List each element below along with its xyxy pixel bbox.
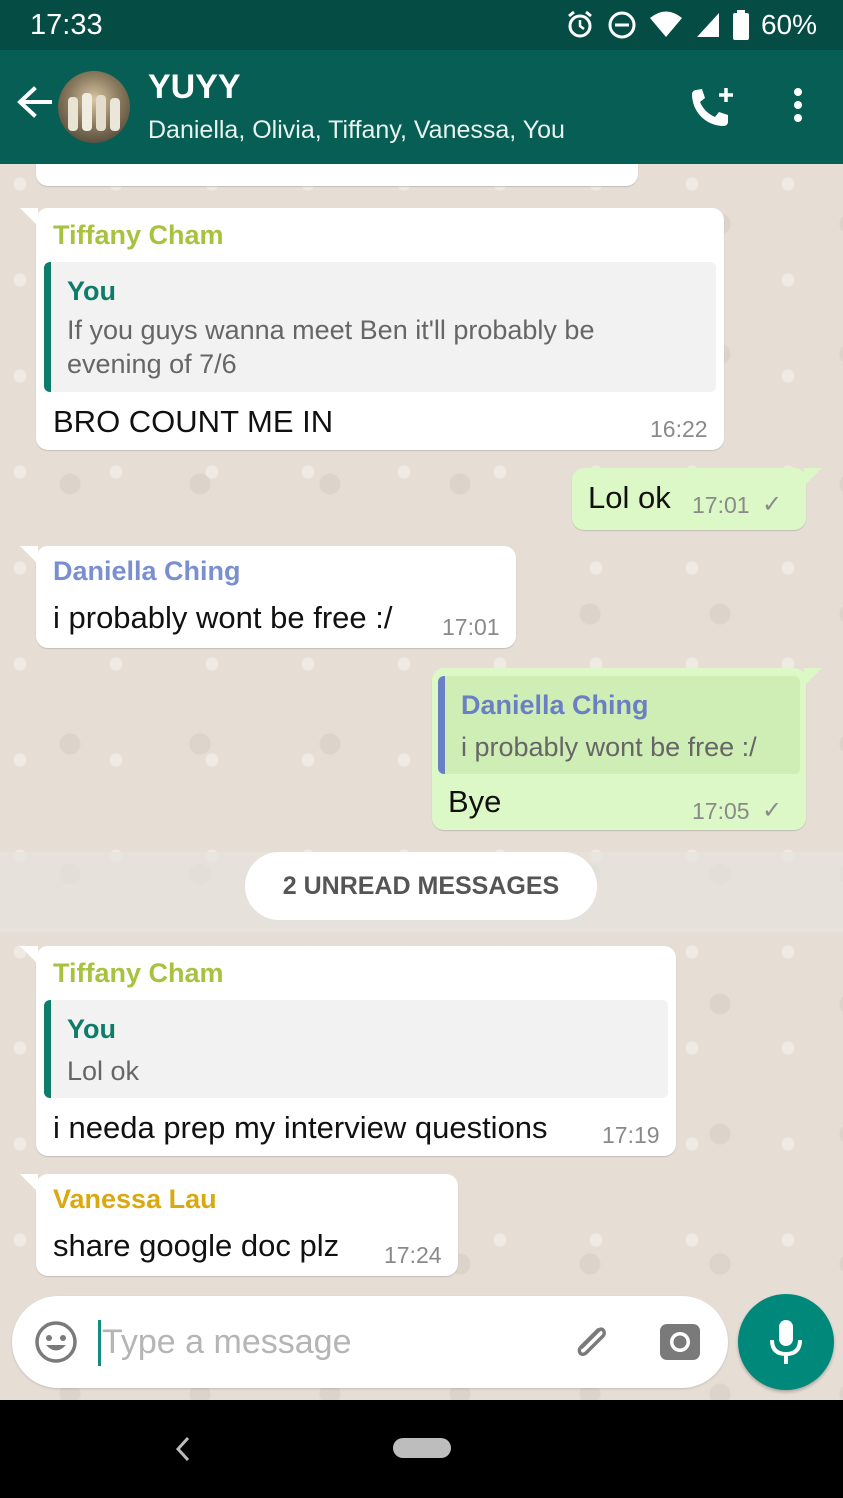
battery-icon (732, 10, 749, 40)
chat-area[interactable]: Tiffany Cham You If you guys wanna meet … (0, 164, 843, 1400)
message-text: i needa prep my interview questions (53, 1110, 548, 1145)
message-bubble-outgoing[interactable]: Daniella Ching i probably wont be free :… (432, 668, 822, 830)
quoted-text-line: evening of 7/6 (67, 349, 237, 379)
message-bubble-outgoing[interactable]: Lol ok 17:01 ✓ (572, 468, 822, 530)
message-time: 17:24 (384, 1242, 442, 1268)
do-not-disturb-icon (608, 11, 636, 39)
message-text: Lol ok (588, 480, 671, 515)
unread-divider: 2 UNREAD MESSAGES (0, 852, 843, 932)
wifi-icon (649, 11, 682, 37)
quoted-text: i probably wont be free :/ (461, 732, 757, 762)
sender-name: Tiffany Cham (53, 220, 224, 250)
status-icons: 60% (565, 9, 817, 41)
message-bubble[interactable]: Tiffany Cham You Lol ok i needa prep my … (20, 946, 676, 1156)
message-time: 17:05 (692, 798, 750, 824)
chat-members[interactable]: Daniella, Olivia, Tiffany, Vanessa, You (148, 116, 565, 145)
sender-name: Daniella Ching (53, 556, 241, 586)
quoted-sender: Daniella Ching (461, 690, 649, 720)
text-caret (98, 1320, 101, 1366)
emoji-icon[interactable] (34, 1320, 78, 1364)
message-bubble[interactable]: Daniella Ching i probably wont be free :… (20, 546, 516, 648)
sender-name: Tiffany Cham (53, 958, 224, 988)
message-time: 17:19 (602, 1122, 660, 1148)
voice-message-button[interactable] (738, 1294, 834, 1390)
quoted-sender: You (67, 1014, 116, 1044)
message-bubble[interactable]: Tiffany Cham You If you guys wanna meet … (20, 208, 724, 450)
status-bar: 17:33 60% (0, 0, 843, 50)
chat-header: YUYY Daniella, Olivia, Tiffany, Vanessa,… (0, 50, 843, 164)
group-avatar[interactable] (58, 71, 130, 143)
sent-check-icon: ✓ (762, 797, 783, 824)
quoted-message[interactable]: You Lol ok (44, 1000, 668, 1098)
message-text: share google doc plz (53, 1228, 340, 1263)
quoted-text: Lol ok (67, 1056, 140, 1086)
message-bubble[interactable]: Vanessa Lau share google doc plz 17:24 (20, 1174, 458, 1276)
message-input[interactable] (102, 1316, 542, 1368)
status-time: 17:33 (30, 9, 103, 41)
sent-check-icon: ✓ (762, 491, 783, 518)
unread-count-badge: 2 UNREAD MESSAGES (245, 852, 597, 920)
message-time: 17:01 (692, 492, 750, 518)
message-time: 16:22 (650, 416, 708, 442)
battery-percent: 60% (760, 9, 817, 40)
message-time: 17:01 (442, 614, 500, 640)
camera-icon[interactable] (658, 1320, 702, 1364)
message-text: i probably wont be free :/ (53, 600, 393, 635)
quoted-sender: You (67, 276, 116, 306)
mic-icon (770, 1320, 802, 1364)
add-call-icon[interactable] (688, 84, 738, 130)
message-text: BRO COUNT ME IN (53, 404, 334, 439)
quoted-message[interactable]: You If you guys wanna meet Ben it'll pro… (44, 262, 716, 392)
attach-icon[interactable] (568, 1320, 612, 1364)
signal-icon (696, 13, 719, 37)
message-composer (12, 1296, 728, 1388)
quoted-text-line: If you guys wanna meet Ben it'll probabl… (67, 315, 595, 345)
system-nav-bar (0, 1400, 843, 1498)
alarm-icon (568, 10, 592, 38)
chat-title[interactable]: YUYY (148, 68, 241, 107)
quoted-message[interactable]: Daniella Ching i probably wont be free :… (438, 676, 800, 774)
nav-back-icon[interactable] (170, 1434, 194, 1464)
partial-message (36, 164, 638, 186)
message-text: Bye (448, 784, 502, 819)
nav-home-pill[interactable] (393, 1438, 451, 1458)
sender-name: Vanessa Lau (53, 1184, 217, 1214)
more-vert-icon[interactable] (780, 84, 816, 130)
back-arrow-icon[interactable] (14, 82, 54, 122)
